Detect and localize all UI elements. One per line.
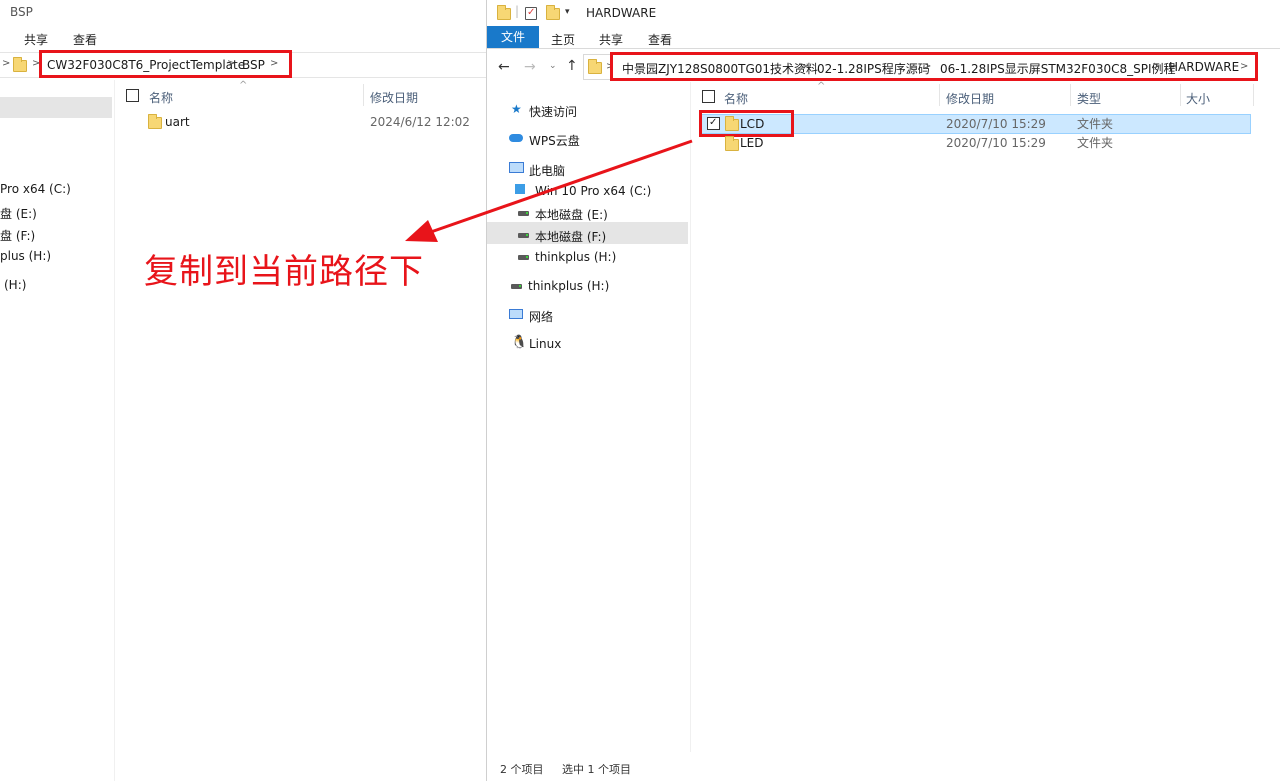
col-type[interactable]: 类型 xyxy=(1077,90,1101,107)
column-divider xyxy=(363,84,364,106)
lcd-checkbox[interactable]: ✓ xyxy=(707,117,720,130)
sort-up-icon: ^ xyxy=(817,81,826,92)
left-file-name[interactable]: uart xyxy=(165,116,190,128)
drive-icon xyxy=(511,284,522,289)
col-size[interactable]: 大小 xyxy=(1186,90,1210,107)
file-name-lcd[interactable]: LCD xyxy=(740,118,764,130)
status-selected-count: 选中 1 个项目 xyxy=(562,763,631,776)
nav-this-pc[interactable]: 此电脑 xyxy=(529,162,565,179)
breadcrumb-example[interactable]: 06-1.28IPS显示屏STM32F030C8_SPI例程 xyxy=(940,60,1176,77)
column-divider xyxy=(939,84,940,106)
wps-cloud-icon xyxy=(509,134,523,142)
folder-icon xyxy=(725,136,739,151)
nav-drive-c[interactable]: Win 10 Pro x64 (C:) xyxy=(535,184,651,198)
drive-icon xyxy=(518,211,529,216)
sort-up-icon: ^ xyxy=(239,80,248,91)
folder-icon xyxy=(497,5,511,20)
right-pane-divider xyxy=(690,82,691,752)
col-modified[interactable]: 修改日期 xyxy=(946,90,994,107)
recent-dropdown-icon[interactable]: ⌄ xyxy=(549,62,557,71)
computer-icon xyxy=(509,162,524,173)
tab-view[interactable]: 查看 xyxy=(648,31,672,48)
up-arrow-icon[interactable]: ↑ xyxy=(566,59,578,73)
file-name-led[interactable]: LED xyxy=(740,137,764,149)
folder-icon xyxy=(148,114,162,129)
column-divider xyxy=(1180,84,1181,106)
properties-icon[interactable]: ✓ xyxy=(525,7,537,20)
back-arrow-icon[interactable]: ← xyxy=(498,60,510,74)
quick-access-dropdown-icon[interactable]: ▾ xyxy=(565,8,570,17)
left-window-title: BSP xyxy=(10,5,33,19)
network-icon xyxy=(509,309,523,319)
breadcrumb-hardware[interactable]: HARDWARE xyxy=(1169,60,1239,74)
nav-drive-e[interactable]: 本地磁盘 (E:) xyxy=(535,206,608,223)
left-breadcrumb-project[interactable]: CW32F030C8T6_ProjectTemplate xyxy=(47,58,245,72)
chevron-right-icon: > xyxy=(1152,61,1161,72)
left-file-date: 2024/6/12 12:02 xyxy=(370,115,470,129)
nav-linux[interactable]: Linux xyxy=(529,337,561,351)
right-select-all-checkbox[interactable] xyxy=(702,90,715,103)
tab-file[interactable]: 文件 xyxy=(487,26,539,48)
file-type-lcd: 文件夹 xyxy=(1077,117,1114,131)
ribbon-divider xyxy=(487,48,1280,49)
right-explorer-window: | ✓ ▾ HARDWARE 文件 主页 共享 查看 ← → ⌄ ↑ > 中景园… xyxy=(486,0,1280,781)
column-divider xyxy=(1070,84,1071,106)
breadcrumb-source[interactable]: 02-1.28IPS程序源码 xyxy=(817,60,930,77)
new-folder-icon[interactable] xyxy=(546,5,560,20)
left-select-all-checkbox[interactable] xyxy=(126,89,139,102)
chevron-right-icon: > xyxy=(227,58,236,69)
left-tab-view[interactable]: 查看 xyxy=(73,31,97,48)
left-nav-thinkplus[interactable]: (H:) xyxy=(4,278,26,292)
star-icon: ★ xyxy=(511,102,522,116)
forward-arrow-icon[interactable]: → xyxy=(524,60,536,74)
left-col-modified[interactable]: 修改日期 xyxy=(370,89,418,106)
drive-icon xyxy=(518,255,529,260)
tab-share[interactable]: 共享 xyxy=(599,31,623,48)
left-nav-drive-c[interactable]: Pro x64 (C:) xyxy=(0,182,71,196)
left-col-name[interactable]: 名称 xyxy=(149,89,173,106)
nav-network[interactable]: 网络 xyxy=(529,308,553,325)
tab-home[interactable]: 主页 xyxy=(551,31,575,48)
nav-drive-h[interactable]: thinkplus (H:) xyxy=(535,250,616,264)
chevron-right-icon: > xyxy=(2,58,11,69)
nav-drive-f[interactable]: 本地磁盘 (F:) xyxy=(535,228,606,245)
left-nav-drive-f[interactable]: 盘 (F:) xyxy=(0,227,35,244)
folder-icon xyxy=(588,59,602,74)
chevron-right-icon: > xyxy=(923,61,932,72)
file-date-lcd: 2020/7/10 15:29 xyxy=(946,117,1046,131)
titlebar-divider: | xyxy=(515,4,520,18)
status-item-count: 2 个项目 xyxy=(500,763,544,776)
chevron-right-icon: > xyxy=(800,61,809,72)
column-divider xyxy=(1253,84,1254,106)
chevron-right-icon: > xyxy=(1240,61,1249,72)
breadcrumb-tech-docs[interactable]: 中景园ZJY128S0800TG01技术资料 xyxy=(622,60,818,77)
nav-wps-cloud[interactable]: WPS云盘 xyxy=(529,132,580,149)
nav-quick-access[interactable]: 快速访问 xyxy=(529,103,577,120)
left-nav-drive-e[interactable]: 盘 (E:) xyxy=(0,205,37,222)
file-type-led: 文件夹 xyxy=(1077,136,1114,150)
left-tab-share[interactable]: 共享 xyxy=(24,31,48,48)
chevron-right-icon: > xyxy=(270,58,279,69)
nav-thinkplus[interactable]: thinkplus (H:) xyxy=(528,279,609,293)
left-nav-selected[interactable] xyxy=(0,97,112,118)
col-name[interactable]: 名称 xyxy=(724,90,748,107)
left-nav-drive-h[interactable]: plus (H:) xyxy=(0,249,51,263)
file-date-led: 2020/7/10 15:29 xyxy=(946,136,1046,150)
left-pane-divider xyxy=(114,80,115,781)
linux-penguin-icon: 🐧 xyxy=(511,335,528,350)
folder-icon xyxy=(725,116,739,131)
annotation-text: 复制到当前路径下 xyxy=(144,252,424,292)
left-breadcrumb-bsp[interactable]: BSP xyxy=(242,58,265,72)
right-window-title: HARDWARE xyxy=(586,6,657,20)
folder-icon xyxy=(13,57,27,72)
windows-drive-icon xyxy=(515,184,525,194)
drive-icon xyxy=(518,233,529,238)
left-explorer-window: BSP 共享 查看 > > CW32F030C8T6_ProjectTempla… xyxy=(0,0,486,781)
